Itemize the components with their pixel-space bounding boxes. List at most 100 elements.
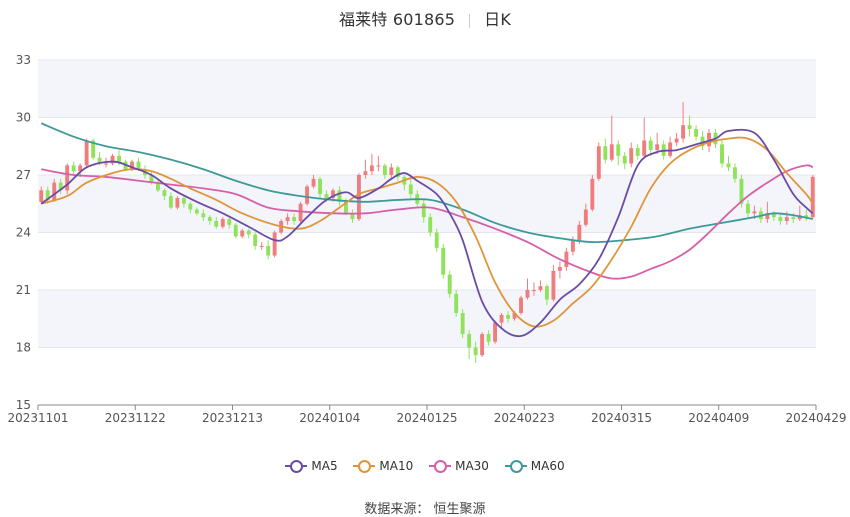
- candle-body: [369, 165, 374, 172]
- candle-body: [720, 144, 724, 164]
- candle-body: [506, 314, 510, 319]
- legend-ma60-label: MA60: [530, 459, 565, 473]
- candle-body: [577, 224, 582, 241]
- candle-body: [382, 165, 387, 175]
- candle-body: [324, 194, 329, 198]
- legend-item-ma10[interactable]: MA10: [353, 459, 413, 473]
- candle-body: [305, 186, 310, 204]
- y-tick-label: 15: [16, 398, 31, 412]
- candle-body: [745, 203, 750, 214]
- candle-body: [674, 138, 679, 143]
- candle-body: [447, 274, 452, 294]
- candle-body: [642, 140, 647, 156]
- candle-body: [253, 234, 258, 246]
- x-tick-label: 20240315: [591, 411, 652, 425]
- candle-body: [551, 270, 556, 300]
- candle-body: [227, 219, 232, 225]
- candle-body: [194, 209, 199, 214]
- candle-body: [214, 221, 219, 227]
- candle-body: [778, 217, 783, 221]
- candle-body: [622, 155, 627, 164]
- candle-body: [363, 171, 368, 175]
- candle-body: [84, 140, 89, 166]
- candle-body: [460, 313, 465, 335]
- x-tick-label: 20240429: [785, 411, 846, 425]
- grid-band: [38, 290, 816, 348]
- legend-item-ma60[interactable]: MA60: [504, 459, 565, 473]
- candle-body: [240, 230, 245, 237]
- candle-body: [246, 230, 251, 235]
- x-tick-label: 20231122: [105, 411, 166, 425]
- candle-body: [259, 245, 264, 247]
- legend-item-ma30[interactable]: MA30: [429, 459, 489, 473]
- candle-body: [752, 211, 757, 214]
- candle-body: [603, 146, 608, 160]
- candle-body: [285, 217, 290, 221]
- candle-body: [570, 240, 575, 252]
- candle-body: [583, 209, 588, 225]
- candle-body: [590, 178, 595, 210]
- candle-body: [557, 267, 562, 271]
- x-tick-label: 20240104: [299, 411, 360, 425]
- candle-body: [233, 224, 238, 237]
- candle-body: [181, 198, 186, 204]
- candle-body: [175, 198, 180, 208]
- candle-body: [441, 247, 446, 275]
- candle-body: [272, 232, 277, 256]
- candle-body: [544, 286, 549, 300]
- candle-body: [311, 178, 316, 187]
- candle-body: [499, 314, 504, 323]
- candle-body: [784, 217, 789, 221]
- y-tick-label: 27: [16, 168, 31, 182]
- y-tick-label: 18: [16, 341, 31, 355]
- grid-band: [38, 175, 816, 233]
- candle-body: [318, 178, 322, 195]
- legend-ma60-icon: [504, 459, 527, 473]
- candle-body: [292, 217, 297, 221]
- x-tick-label: 20240223: [494, 411, 555, 425]
- x-tick-label: 20240125: [396, 411, 457, 425]
- candle-body: [596, 146, 601, 179]
- candle-body: [207, 217, 212, 221]
- candle-body: [168, 196, 173, 208]
- x-tick-label: 20231101: [7, 411, 68, 425]
- candle-body: [408, 184, 413, 195]
- candle-body: [188, 203, 193, 210]
- data-source: 数据来源： 恒生聚源: [364, 502, 486, 517]
- legend-item-ma5[interactable]: MA5: [285, 459, 338, 473]
- y-tick-label: 21: [16, 283, 31, 297]
- candle-body: [117, 155, 121, 162]
- y-tick-label: 30: [16, 111, 31, 125]
- candle-body: [480, 334, 485, 356]
- candle-body: [519, 297, 523, 313]
- candle-body: [389, 167, 394, 175]
- candle-body: [39, 190, 44, 202]
- candle-body: [525, 290, 530, 298]
- candle-body: [564, 251, 569, 267]
- chart-legend: MA5 MA10 MA30 MA60: [0, 459, 850, 476]
- candle-body: [162, 190, 167, 197]
- candle-body: [694, 129, 699, 137]
- candle-body: [726, 163, 731, 168]
- candle-body: [681, 125, 686, 139]
- candle-body: [266, 245, 271, 256]
- candle-body: [473, 347, 478, 356]
- candle-body: [454, 293, 459, 313]
- legend-ma5-label: MA5: [311, 459, 338, 473]
- candle-body: [434, 232, 439, 248]
- candle-body: [616, 144, 621, 156]
- x-tick-label: 20240409: [688, 411, 749, 425]
- y-tick-label: 33: [16, 53, 31, 67]
- candle-body: [538, 286, 543, 290]
- candle-body: [635, 148, 640, 156]
- legend-ma10-label: MA10: [379, 459, 414, 473]
- candle-body: [220, 219, 225, 227]
- candle-body: [467, 334, 472, 348]
- candle-body: [493, 322, 498, 342]
- candle-body: [532, 290, 536, 291]
- candle-body: [733, 167, 737, 179]
- candle-body: [104, 163, 109, 165]
- legend-ma30-icon: [429, 459, 452, 473]
- candle-body: [376, 165, 381, 167]
- legend-ma5-icon: [285, 459, 308, 473]
